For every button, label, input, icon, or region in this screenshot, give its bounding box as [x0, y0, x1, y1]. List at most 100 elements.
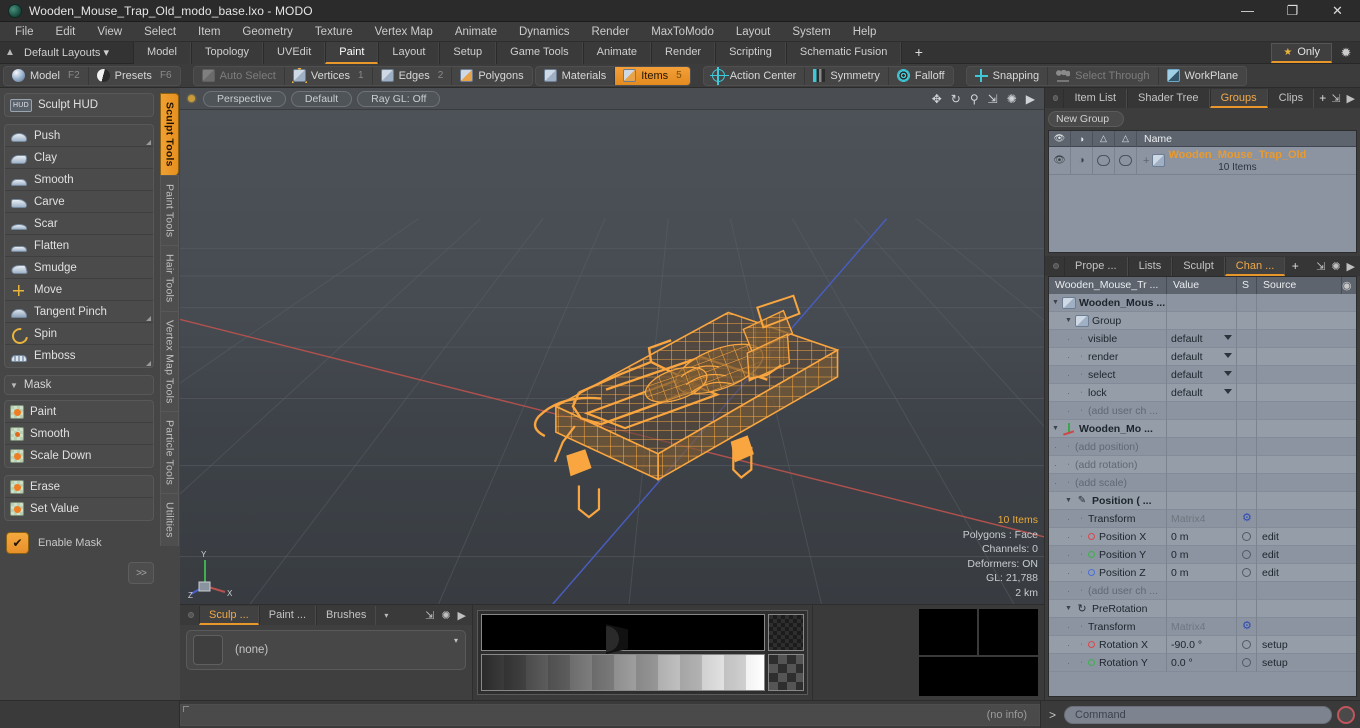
channel-select-cell[interactable]: [1237, 383, 1257, 402]
chevron-down-icon[interactable]: [1224, 334, 1232, 340]
channel-value-cell[interactable]: [1167, 437, 1237, 456]
channel-toggle-icon[interactable]: [1242, 658, 1251, 667]
twisty-icon[interactable]: ▼: [1062, 497, 1075, 504]
mode-button-polygons[interactable]: Polygons: [452, 67, 531, 85]
channel-select-cell[interactable]: [1237, 365, 1257, 384]
channel-row[interactable]: · · (add rotation): [1049, 455, 1356, 474]
mode-button-vertices[interactable]: Vertices 1: [285, 66, 373, 85]
layout-tab-game-tools[interactable]: Game Tools: [496, 41, 583, 64]
channel-toggle-icon[interactable]: [1242, 568, 1251, 577]
mask-tool-scale-down[interactable]: Scale Down: [5, 445, 153, 467]
sculpt-tool-smooth[interactable]: Smooth: [5, 169, 153, 191]
record-icon[interactable]: [1337, 705, 1355, 724]
channel-row[interactable]: ▼ Group: [1049, 311, 1356, 330]
channel-select-cell[interactable]: ⚙: [1237, 617, 1257, 636]
channel-row[interactable]: · · Transform Matrix4 ⚙: [1049, 509, 1356, 528]
vertical-tab-vertex-map-tools[interactable]: Vertex Map Tools: [159, 310, 179, 412]
expand-panel-button[interactable]: >>: [128, 562, 154, 584]
channel-select-cell[interactable]: [1237, 635, 1257, 654]
channel-value-cell[interactable]: [1167, 311, 1237, 330]
add-tab-button[interactable]: +: [1314, 91, 1331, 105]
chevron-right-icon[interactable]: ▶: [458, 609, 466, 622]
channel-row[interactable]: · · Rotation X -90.0 ° setup: [1049, 635, 1356, 654]
menu-system[interactable]: System: [781, 22, 841, 42]
twisty-icon[interactable]: ▼: [1049, 299, 1062, 306]
tool-popup-corner-icon[interactable]: [146, 361, 151, 366]
channel-value-cell[interactable]: default: [1167, 347, 1237, 366]
twisty-icon[interactable]: ▼: [1062, 605, 1075, 612]
chevron-down-icon[interactable]: [1224, 370, 1232, 376]
maximize-button[interactable]: ❐: [1270, 0, 1315, 22]
enable-mask-row[interactable]: ✔ Enable Mask: [4, 532, 154, 554]
chevron-right-icon[interactable]: ▶: [1347, 260, 1355, 273]
twisty-icon[interactable]: ▼: [1062, 317, 1075, 324]
channel-select-cell[interactable]: [1237, 294, 1257, 312]
brush-selector[interactable]: (none) ▾: [186, 630, 466, 670]
layout-tab-setup[interactable]: Setup: [439, 41, 497, 64]
vertical-tab-hair-tools[interactable]: Hair Tools: [159, 245, 179, 311]
tab-sculpt[interactable]: Sculp ...: [199, 605, 259, 625]
channel-value-cell[interactable]: Matrix4: [1167, 509, 1237, 528]
add-layout-button[interactable]: +: [901, 42, 935, 63]
channel-value-cell[interactable]: Matrix4: [1167, 617, 1237, 636]
mode-button-symmetry[interactable]: Symmetry: [805, 66, 889, 85]
menu-help[interactable]: Help: [842, 22, 888, 42]
gear-icon[interactable]: ✺: [1007, 93, 1017, 105]
channel-select-cell[interactable]: [1237, 401, 1257, 420]
channel-select-cell[interactable]: [1237, 581, 1257, 600]
tab-groups[interactable]: Groups: [1209, 88, 1268, 108]
tab-sculpt-props[interactable]: Sculpt: [1172, 256, 1225, 276]
mask-tool-smooth[interactable]: Smooth: [5, 423, 153, 445]
mode-button-model[interactable]: Model F2: [4, 66, 89, 85]
gear-icon[interactable]: ⚙: [1242, 621, 1252, 632]
tab-paint[interactable]: Paint ...: [258, 605, 317, 625]
menu-geometry[interactable]: Geometry: [231, 22, 304, 42]
channel-row[interactable]: · · Transform Matrix4 ⚙: [1049, 617, 1356, 636]
menu-item[interactable]: Item: [187, 22, 231, 42]
tab-properties[interactable]: Prope ...: [1064, 256, 1128, 276]
channel-select-cell[interactable]: [1237, 347, 1257, 366]
channel-row[interactable]: · · Position Z 0 m edit: [1049, 563, 1356, 582]
sculpt-tool-flatten[interactable]: Flatten: [5, 235, 153, 257]
mode-button-presets[interactable]: Presets F6: [89, 67, 180, 85]
chevron-down-icon[interactable]: [1224, 352, 1232, 358]
mode-button-auto-select[interactable]: Auto Select: [194, 66, 285, 85]
channel-select-cell[interactable]: [1237, 491, 1257, 510]
thumbnail-cell[interactable]: [918, 609, 978, 655]
channel-row[interactable]: ▼ Wooden_Mo ...: [1049, 419, 1356, 438]
chevron-down-icon[interactable]: ▾: [454, 636, 458, 645]
viewport-3d[interactable]: -Z: [180, 110, 1044, 605]
mask-tool-erase[interactable]: Erase: [5, 476, 153, 498]
table-row[interactable]: 👁 ◑ + Wooden_Mouse_Trap_Old 10 Items: [1049, 146, 1356, 175]
sculpt-tool-scar[interactable]: Scar: [5, 213, 153, 235]
layout-tab-schematic-fusion[interactable]: Schematic Fusion: [785, 41, 902, 64]
channel-toggle-icon[interactable]: [1242, 640, 1251, 649]
tab-channels[interactable]: Chan ...: [1224, 256, 1286, 276]
enable-mask-checkbox[interactable]: ✔: [6, 532, 29, 554]
channel-value-cell[interactable]: [1167, 455, 1237, 474]
channel-select-cell[interactable]: [1237, 653, 1257, 672]
mask-tool-set-value[interactable]: Set Value: [5, 498, 153, 520]
tab-lists[interactable]: Lists: [1127, 256, 1173, 276]
panel-menu-dot-icon[interactable]: [1053, 95, 1059, 101]
tool-popup-corner-icon[interactable]: [146, 140, 151, 145]
channel-toggle-icon[interactable]: [1242, 532, 1251, 541]
channel-select-cell[interactable]: [1237, 419, 1257, 438]
fit-icon[interactable]: ⇲: [988, 93, 998, 105]
layout-tab-scripting[interactable]: Scripting: [715, 41, 786, 64]
mode-button-edges[interactable]: Edges 2: [373, 66, 453, 85]
row-render-toggle[interactable]: ◑: [1071, 146, 1093, 175]
channel-value-cell[interactable]: 0 m: [1167, 527, 1237, 546]
thumbnail-cell[interactable]: [918, 657, 1038, 696]
layout-tab-topology[interactable]: Topology: [191, 41, 264, 64]
layout-tab-render[interactable]: Render: [651, 41, 716, 64]
menu-dynamics[interactable]: Dynamics: [508, 22, 580, 42]
close-button[interactable]: ✕: [1315, 0, 1360, 22]
channel-value-cell[interactable]: default: [1167, 365, 1237, 384]
channel-row[interactable]: · · Position X 0 m edit: [1049, 527, 1356, 546]
vertical-tab-sculpt-tools[interactable]: Sculpt Tools: [159, 93, 179, 175]
channel-row[interactable]: · · (add user ch ...: [1049, 401, 1356, 420]
mode-button-select-through[interactable]: Select Through: [1048, 66, 1159, 85]
sculpt-tool-tangent-pinch[interactable]: Tangent Pinch: [5, 301, 153, 323]
channel-row[interactable]: · · (add user ch ...: [1049, 581, 1356, 600]
